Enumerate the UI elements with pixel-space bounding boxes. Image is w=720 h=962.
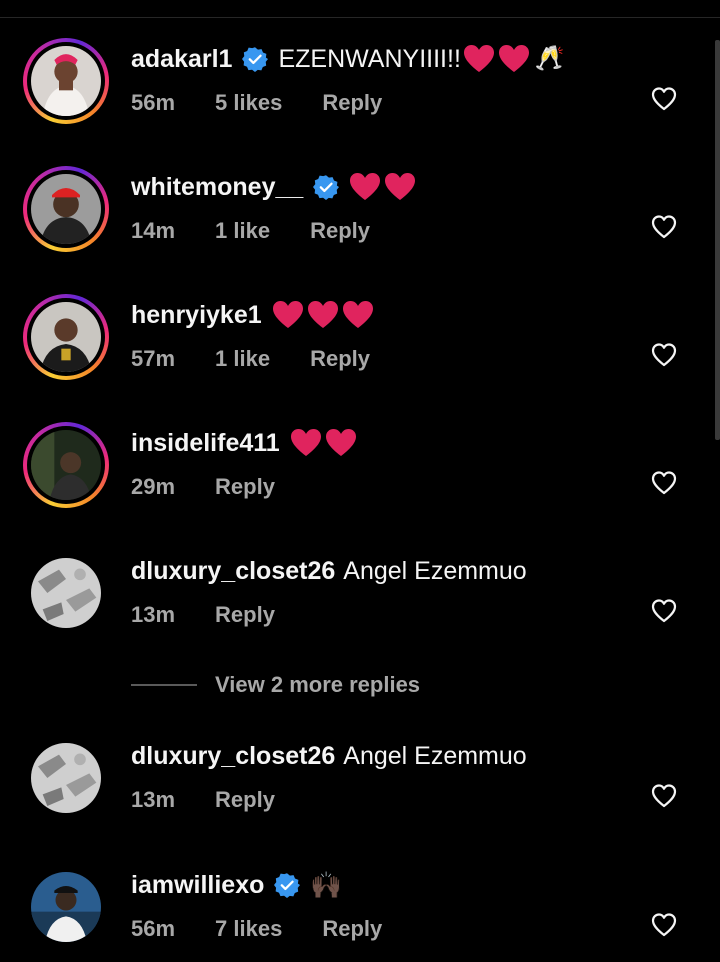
avatar-image	[31, 558, 101, 628]
avatar-story-ring[interactable]	[23, 294, 109, 380]
red-heart-emoji	[350, 173, 381, 200]
red-heart-emoji	[307, 301, 338, 328]
clinking-glasses-emoji: 🥂	[534, 45, 565, 72]
verified-badge-icon	[274, 872, 301, 898]
avatar	[31, 302, 101, 372]
avatar[interactable]	[23, 550, 109, 636]
likes-count[interactable]: 1 like	[215, 216, 270, 246]
heart-outline-icon	[651, 913, 677, 937]
heart-outline-icon	[651, 215, 677, 239]
red-heart-emoji	[342, 301, 373, 328]
heart-outline-icon	[651, 471, 677, 495]
red-heart-emoji	[463, 45, 494, 72]
like-button[interactable]	[651, 86, 677, 112]
comment-item: insidelife411 29m Reply	[0, 414, 720, 514]
like-button[interactable]	[651, 470, 677, 496]
verified-badge-icon	[313, 174, 340, 200]
comment-time: 56m	[131, 90, 176, 115]
comment-item: dluxury_closet26 Angel Ezemmuo 13m Reply	[0, 542, 720, 642]
avatar	[31, 46, 101, 116]
username[interactable]: adakarl1	[131, 42, 232, 76]
avatar[interactable]	[23, 735, 109, 821]
like-button[interactable]	[651, 912, 677, 938]
red-heart-emoji	[385, 173, 416, 200]
red-heart-emoji	[498, 45, 529, 72]
comment-text: Angel Ezemmuo	[343, 742, 527, 770]
reply-button[interactable]: Reply	[310, 344, 370, 374]
avatar[interactable]	[23, 864, 109, 950]
comment-time: 14m	[131, 218, 176, 243]
red-heart-emoji	[272, 301, 303, 328]
comment-item: adakarl1 EZENWANYIIII!! 🥂 56m 5 likes Re…	[0, 30, 720, 130]
avatar	[31, 430, 101, 500]
username[interactable]: iamwilliexo	[131, 868, 264, 902]
replies-divider	[131, 684, 197, 686]
avatar-story-ring[interactable]	[23, 422, 109, 508]
likes-count[interactable]: 5 likes	[215, 88, 282, 118]
comment-time: 29m	[131, 474, 176, 499]
red-heart-emoji	[290, 429, 321, 456]
like-button[interactable]	[651, 214, 677, 240]
heart-outline-icon	[651, 343, 677, 367]
reply-button[interactable]: Reply	[310, 216, 370, 246]
reply-button[interactable]: Reply	[322, 914, 382, 944]
username[interactable]: dluxury_closet26	[131, 554, 335, 588]
like-button[interactable]	[651, 598, 677, 624]
verified-badge-icon	[242, 46, 269, 72]
comment-text: EZENWANYIIII!!	[278, 45, 461, 73]
username[interactable]: insidelife411	[131, 426, 280, 460]
comment-item: dluxury_closet26 Angel Ezemmuo 13m Reply	[0, 727, 720, 827]
reply-button[interactable]: Reply	[322, 88, 382, 118]
avatar-image	[31, 872, 101, 942]
reply-button[interactable]: Reply	[215, 600, 275, 630]
heart-emojis	[290, 428, 360, 458]
heart-emojis	[272, 300, 377, 330]
heart-outline-icon	[651, 599, 677, 623]
comment-item: whitemoney__ 14m 1 like Reply	[0, 158, 720, 258]
comment-time: 57m	[131, 346, 176, 371]
view-more-replies-label: View 2 more replies	[215, 672, 421, 697]
comment-time: 13m	[131, 602, 176, 627]
avatar-story-ring[interactable]	[23, 166, 109, 252]
comment-time: 56m	[131, 916, 176, 941]
red-heart-emoji	[325, 429, 356, 456]
username[interactable]: henryiyke1	[131, 298, 262, 332]
avatar	[31, 174, 101, 244]
heart-emojis	[463, 44, 533, 74]
reply-button[interactable]: Reply	[215, 472, 275, 502]
top-divider	[0, 17, 720, 18]
likes-count[interactable]: 7 likes	[215, 914, 282, 944]
heart-outline-icon	[651, 784, 677, 808]
like-button[interactable]	[651, 783, 677, 809]
avatar-image	[31, 743, 101, 813]
comment-item: iamwilliexo 🙌🏿 56m 7 likes Reply	[0, 856, 720, 956]
like-button[interactable]	[651, 342, 677, 368]
comment-item: henryiyke1 57m 1 like Reply	[0, 286, 720, 386]
reply-button[interactable]: Reply	[215, 785, 275, 815]
avatar-story-ring[interactable]	[23, 38, 109, 124]
comment-text: Angel Ezemmuo	[343, 557, 527, 585]
heart-outline-icon	[651, 87, 677, 111]
heart-emojis	[349, 172, 419, 202]
view-more-replies-button[interactable]: View 2 more replies	[131, 672, 420, 698]
likes-count[interactable]: 1 like	[215, 344, 270, 374]
comment-time: 13m	[131, 787, 176, 812]
username[interactable]: dluxury_closet26	[131, 739, 335, 773]
username[interactable]: whitemoney__	[131, 170, 303, 204]
raised-hands-emoji: 🙌🏿	[310, 870, 343, 900]
